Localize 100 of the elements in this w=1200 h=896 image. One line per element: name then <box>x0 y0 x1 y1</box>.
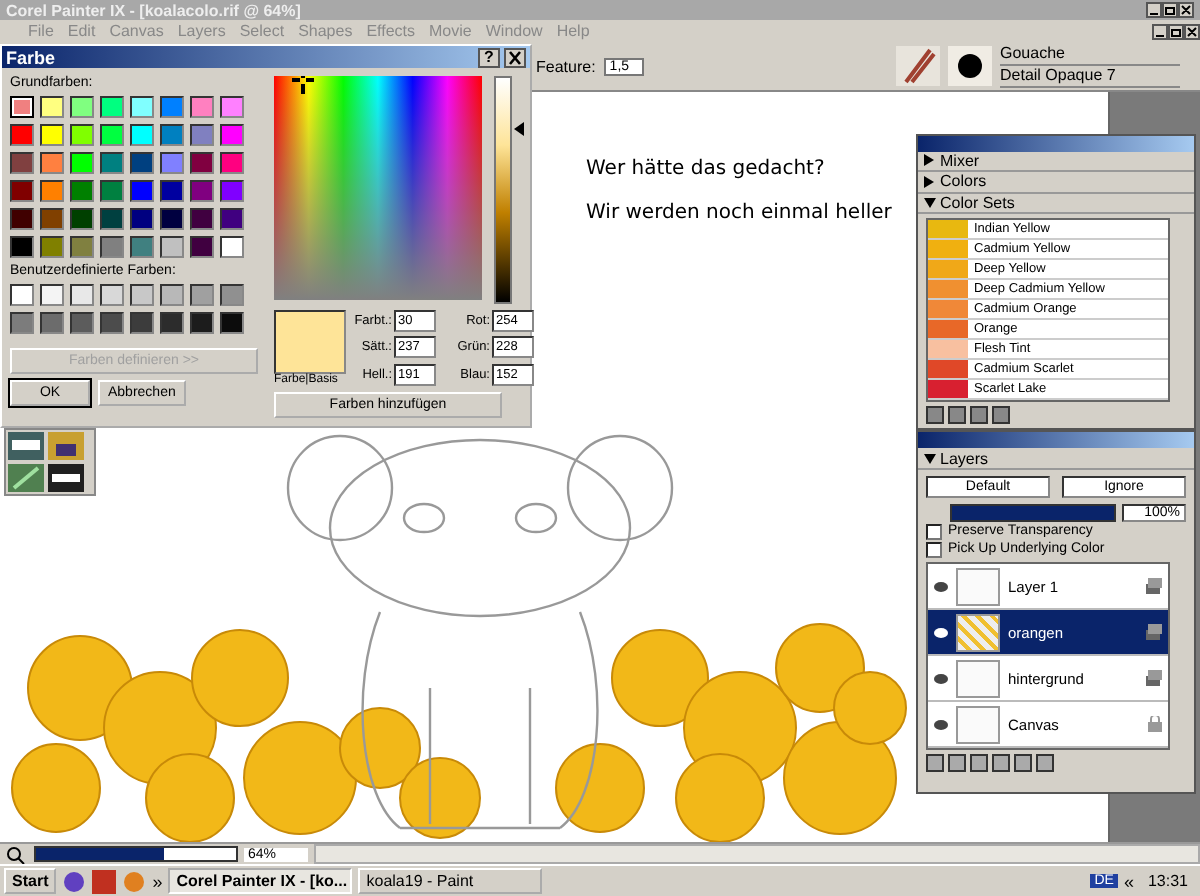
taskbar-button[interactable]: Corel Painter IX - [ko... <box>168 868 353 894</box>
quick-launch-chevron[interactable]: » <box>152 871 163 891</box>
color-swatch[interactable] <box>190 180 214 202</box>
taskbar-button[interactable]: koala19 - Paint <box>358 868 543 894</box>
color-swatch[interactable] <box>220 180 244 202</box>
document-window-controls-icon[interactable] <box>1152 23 1200 39</box>
brush-variant[interactable]: Detail Opaque 7 <box>1000 66 1180 88</box>
custom-color-swatch[interactable] <box>100 284 124 306</box>
color-swatch[interactable] <box>130 208 154 230</box>
color-swatch[interactable] <box>130 152 154 174</box>
color-swatch[interactable] <box>100 180 124 202</box>
custom-color-swatch[interactable] <box>190 284 214 306</box>
tray-chevron[interactable]: « <box>1123 871 1134 891</box>
start-button[interactable]: Start <box>4 868 57 894</box>
custom-color-swatch[interactable] <box>130 284 154 306</box>
color-swatch[interactable] <box>190 96 214 118</box>
color-swatch[interactable] <box>10 124 34 146</box>
color-swatch[interactable] <box>70 124 94 146</box>
color-swatch[interactable] <box>70 236 94 258</box>
custom-color-swatch[interactable] <box>220 284 244 306</box>
color-swatch[interactable] <box>130 236 154 258</box>
custom-color-swatch[interactable] <box>220 312 244 334</box>
color-swatch[interactable] <box>130 180 154 202</box>
color-swatch[interactable] <box>190 236 214 258</box>
help-button[interactable]: ? <box>478 47 500 67</box>
canvas-caption: Wer hätte das gedacht? <box>586 158 825 180</box>
close-icon[interactable] <box>504 47 526 67</box>
color-swatch[interactable] <box>190 152 214 174</box>
color-swatch[interactable] <box>220 208 244 230</box>
color-swatch[interactable] <box>190 124 214 146</box>
color-swatch[interactable] <box>220 152 244 174</box>
color-swatch[interactable] <box>10 96 34 118</box>
panel-section-header[interactable]: Mixer <box>918 151 1194 173</box>
color-swatch[interactable] <box>40 152 64 174</box>
slider-arrow-icon[interactable] <box>514 121 524 136</box>
custom-color-swatch[interactable] <box>10 312 34 334</box>
brush-category[interactable]: Gouache <box>1000 44 1180 66</box>
color-swatch[interactable] <box>10 152 34 174</box>
panel-section-header[interactable]: Colors <box>918 172 1194 194</box>
custom-color-swatch[interactable] <box>100 312 124 334</box>
color-swatch[interactable] <box>100 96 124 118</box>
custom-color-swatch[interactable] <box>10 284 34 306</box>
layer-stack-icon <box>1146 670 1162 686</box>
color-set-swatch[interactable] <box>928 219 968 238</box>
custom-color-swatch[interactable] <box>130 312 154 334</box>
clock: 13:31 <box>1145 872 1190 890</box>
checkbox[interactable] <box>926 523 942 539</box>
color-swatch[interactable] <box>130 124 154 146</box>
panel-section-header[interactable]: Layers <box>918 448 1194 470</box>
color-swatch[interactable] <box>40 236 64 258</box>
color-swatch[interactable] <box>100 152 124 174</box>
color-swatch[interactable] <box>70 180 94 202</box>
custom-color-swatch[interactable] <box>160 284 184 306</box>
color-swatch[interactable] <box>220 236 244 258</box>
color-swatch[interactable] <box>40 208 64 230</box>
color-swatch[interactable] <box>40 96 64 118</box>
color-swatch[interactable] <box>190 208 214 230</box>
color-swatch[interactable] <box>10 208 34 230</box>
custom-color-swatch[interactable] <box>160 312 184 334</box>
panel-section-header[interactable]: Color Sets <box>918 193 1194 214</box>
color-spectrum-picker[interactable] <box>274 76 482 300</box>
layer-thumbnail <box>956 705 1000 743</box>
color-swatch[interactable] <box>160 236 184 258</box>
eye-icon[interactable] <box>934 673 948 683</box>
brush-icon[interactable] <box>896 46 940 86</box>
window-controls-icon[interactable] <box>1146 2 1194 18</box>
custom-color-swatch[interactable] <box>190 312 214 334</box>
color-swatch[interactable] <box>130 96 154 118</box>
color-swatch[interactable] <box>220 96 244 118</box>
horizontal-scrollbar[interactable] <box>314 844 1200 864</box>
color-swatch[interactable] <box>10 236 34 258</box>
color-swatch[interactable] <box>160 208 184 230</box>
color-swatch[interactable] <box>160 180 184 202</box>
checkbox[interactable] <box>926 541 942 557</box>
color-swatch[interactable] <box>70 208 94 230</box>
window-title: Corel Painter IX - [koalacolo.rif @ 64%] <box>6 1 301 19</box>
eye-icon[interactable] <box>934 719 948 729</box>
layer-stack-icon <box>1146 578 1162 594</box>
zoom-icon[interactable] <box>4 845 28 863</box>
color-swatch[interactable] <box>10 180 34 202</box>
color-swatch[interactable] <box>160 96 184 118</box>
custom-color-swatch[interactable] <box>40 284 64 306</box>
eye-icon[interactable] <box>934 627 948 637</box>
zoom-slider[interactable] <box>34 846 238 862</box>
canvas-caption: Wir werden noch einmal heller <box>586 202 892 224</box>
color-swatch[interactable] <box>160 124 184 146</box>
color-swatch[interactable] <box>40 124 64 146</box>
color-swatch[interactable] <box>100 236 124 258</box>
color-swatch[interactable] <box>70 152 94 174</box>
color-swatch[interactable] <box>40 180 64 202</box>
color-swatch[interactable] <box>220 124 244 146</box>
color-swatch[interactable] <box>100 124 124 146</box>
color-swatch[interactable] <box>100 208 124 230</box>
eye-icon[interactable] <box>934 581 948 591</box>
color-swatch[interactable] <box>70 96 94 118</box>
custom-color-swatch[interactable] <box>70 312 94 334</box>
custom-color-swatch[interactable] <box>70 284 94 306</box>
custom-color-swatch[interactable] <box>40 312 64 334</box>
color-swatch[interactable] <box>160 152 184 174</box>
layer-thumbnail <box>956 659 1000 697</box>
